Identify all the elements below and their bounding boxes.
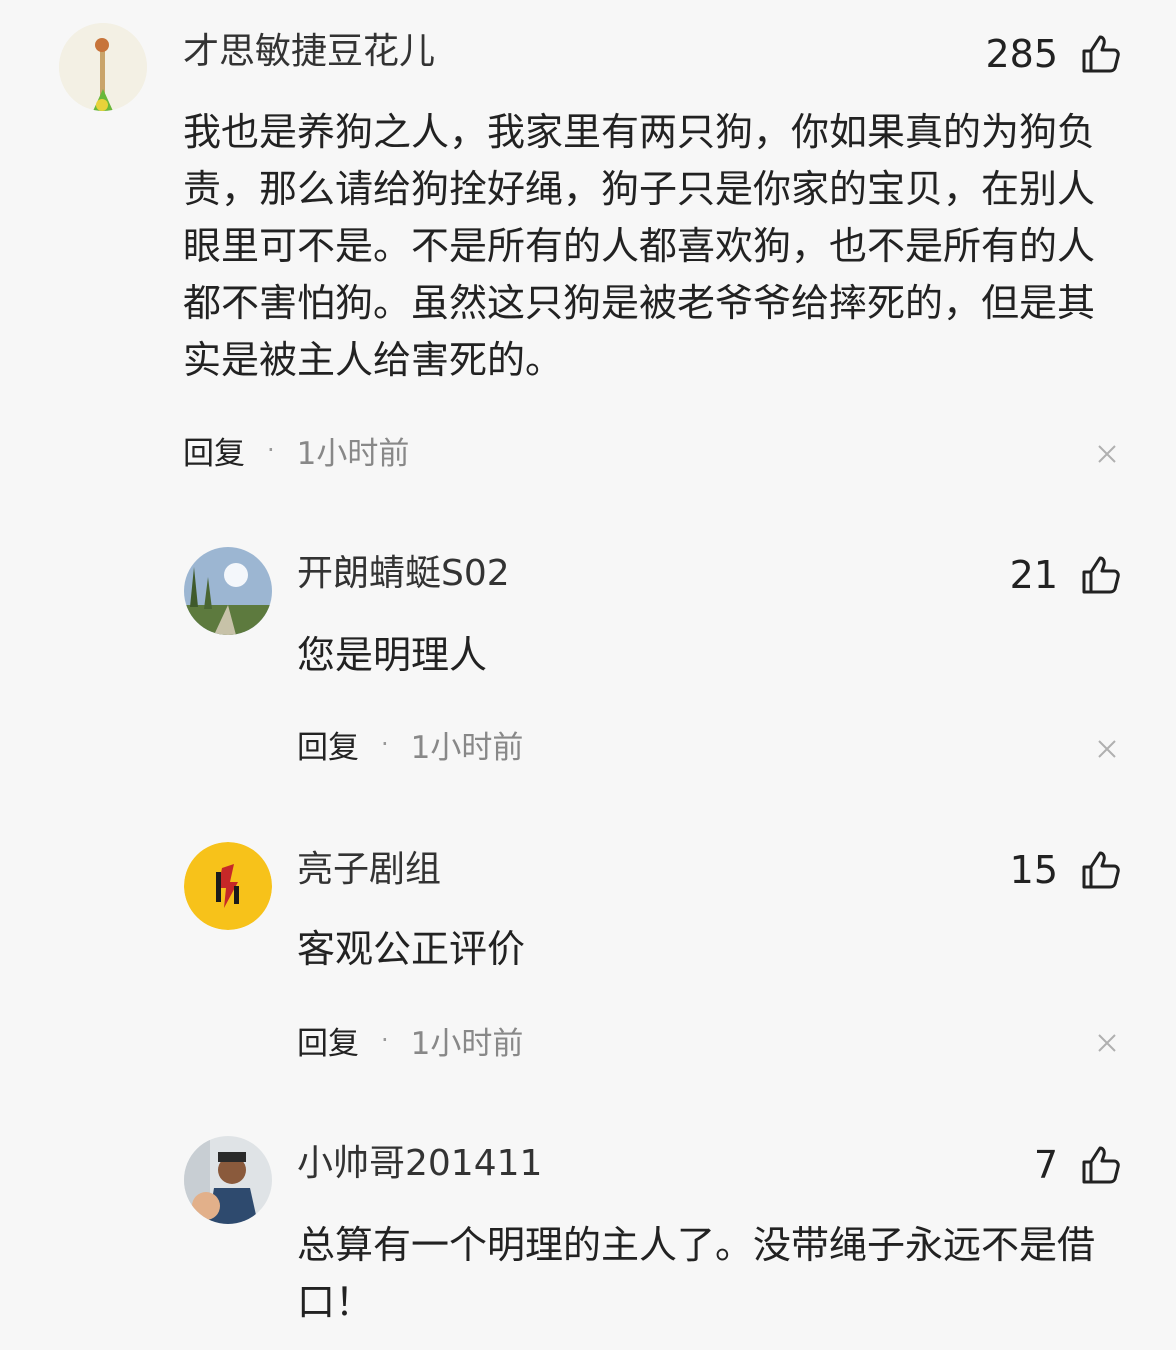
like-button[interactable]: 7 bbox=[1034, 1141, 1122, 1189]
like-button[interactable]: 285 bbox=[985, 30, 1122, 78]
avatar-image bbox=[59, 23, 147, 111]
separator-dot: · bbox=[381, 730, 389, 758]
reply-button[interactable]: 回复 bbox=[297, 722, 359, 767]
thumbs-up-icon[interactable] bbox=[1080, 849, 1122, 891]
avatar-image bbox=[184, 842, 272, 930]
avatar-image bbox=[184, 547, 272, 635]
comment-text: 总算有一个明理的主人了。没带绳子永远不是借口！ bbox=[297, 1223, 1096, 1324]
comment-time: 1小时前 bbox=[296, 435, 410, 472]
avatar[interactable] bbox=[184, 547, 272, 635]
comment-time: 1小时前 bbox=[410, 729, 524, 766]
like-count: 7 bbox=[1033, 1143, 1058, 1187]
avatar[interactable] bbox=[184, 1136, 272, 1224]
thumbs-up-icon[interactable] bbox=[1080, 33, 1122, 75]
comment-meta: 回复 · 1小时前 bbox=[297, 1018, 524, 1063]
thumbs-up-icon[interactable] bbox=[1080, 554, 1122, 596]
reply-button[interactable]: 回复 bbox=[297, 1018, 359, 1063]
comment-author[interactable]: 开朗蜻蜓S02 bbox=[297, 552, 510, 596]
like-count: 21 bbox=[1009, 553, 1058, 597]
comment-text: 客观公正评价 bbox=[297, 927, 526, 971]
separator-dot: · bbox=[381, 1026, 389, 1054]
thumbs-up-icon[interactable] bbox=[1080, 1144, 1122, 1186]
like-count: 285 bbox=[985, 32, 1058, 76]
comment-text: 您是明理人 bbox=[297, 633, 488, 677]
comment-author[interactable]: 亮子剧组 bbox=[297, 848, 441, 892]
comment-text: 我也是养狗之人，我家里有两只狗，你如果真的为狗负责，那么请给狗拴好绳，狗子只是你… bbox=[183, 110, 1096, 382]
like-button[interactable]: 21 bbox=[1010, 551, 1122, 599]
separator-dot: · bbox=[267, 436, 275, 464]
comment-meta: 回复 · 1小时前 bbox=[297, 722, 524, 767]
close-icon[interactable] bbox=[1096, 738, 1118, 760]
comment-author[interactable]: 才思敏捷豆花儿 bbox=[183, 30, 435, 74]
reply-button[interactable]: 回复 bbox=[183, 428, 245, 473]
like-count: 15 bbox=[1009, 848, 1058, 892]
avatar[interactable] bbox=[184, 842, 272, 930]
close-icon[interactable] bbox=[1096, 1032, 1118, 1054]
avatar[interactable] bbox=[59, 23, 147, 111]
close-icon[interactable] bbox=[1096, 443, 1118, 465]
comment-time: 1小时前 bbox=[410, 1025, 524, 1062]
comment-meta: 回复 · 1小时前 bbox=[183, 428, 410, 473]
like-button[interactable]: 15 bbox=[1010, 846, 1122, 894]
avatar-image bbox=[184, 1136, 272, 1224]
comment-author[interactable]: 小帅哥201411 bbox=[297, 1142, 542, 1186]
